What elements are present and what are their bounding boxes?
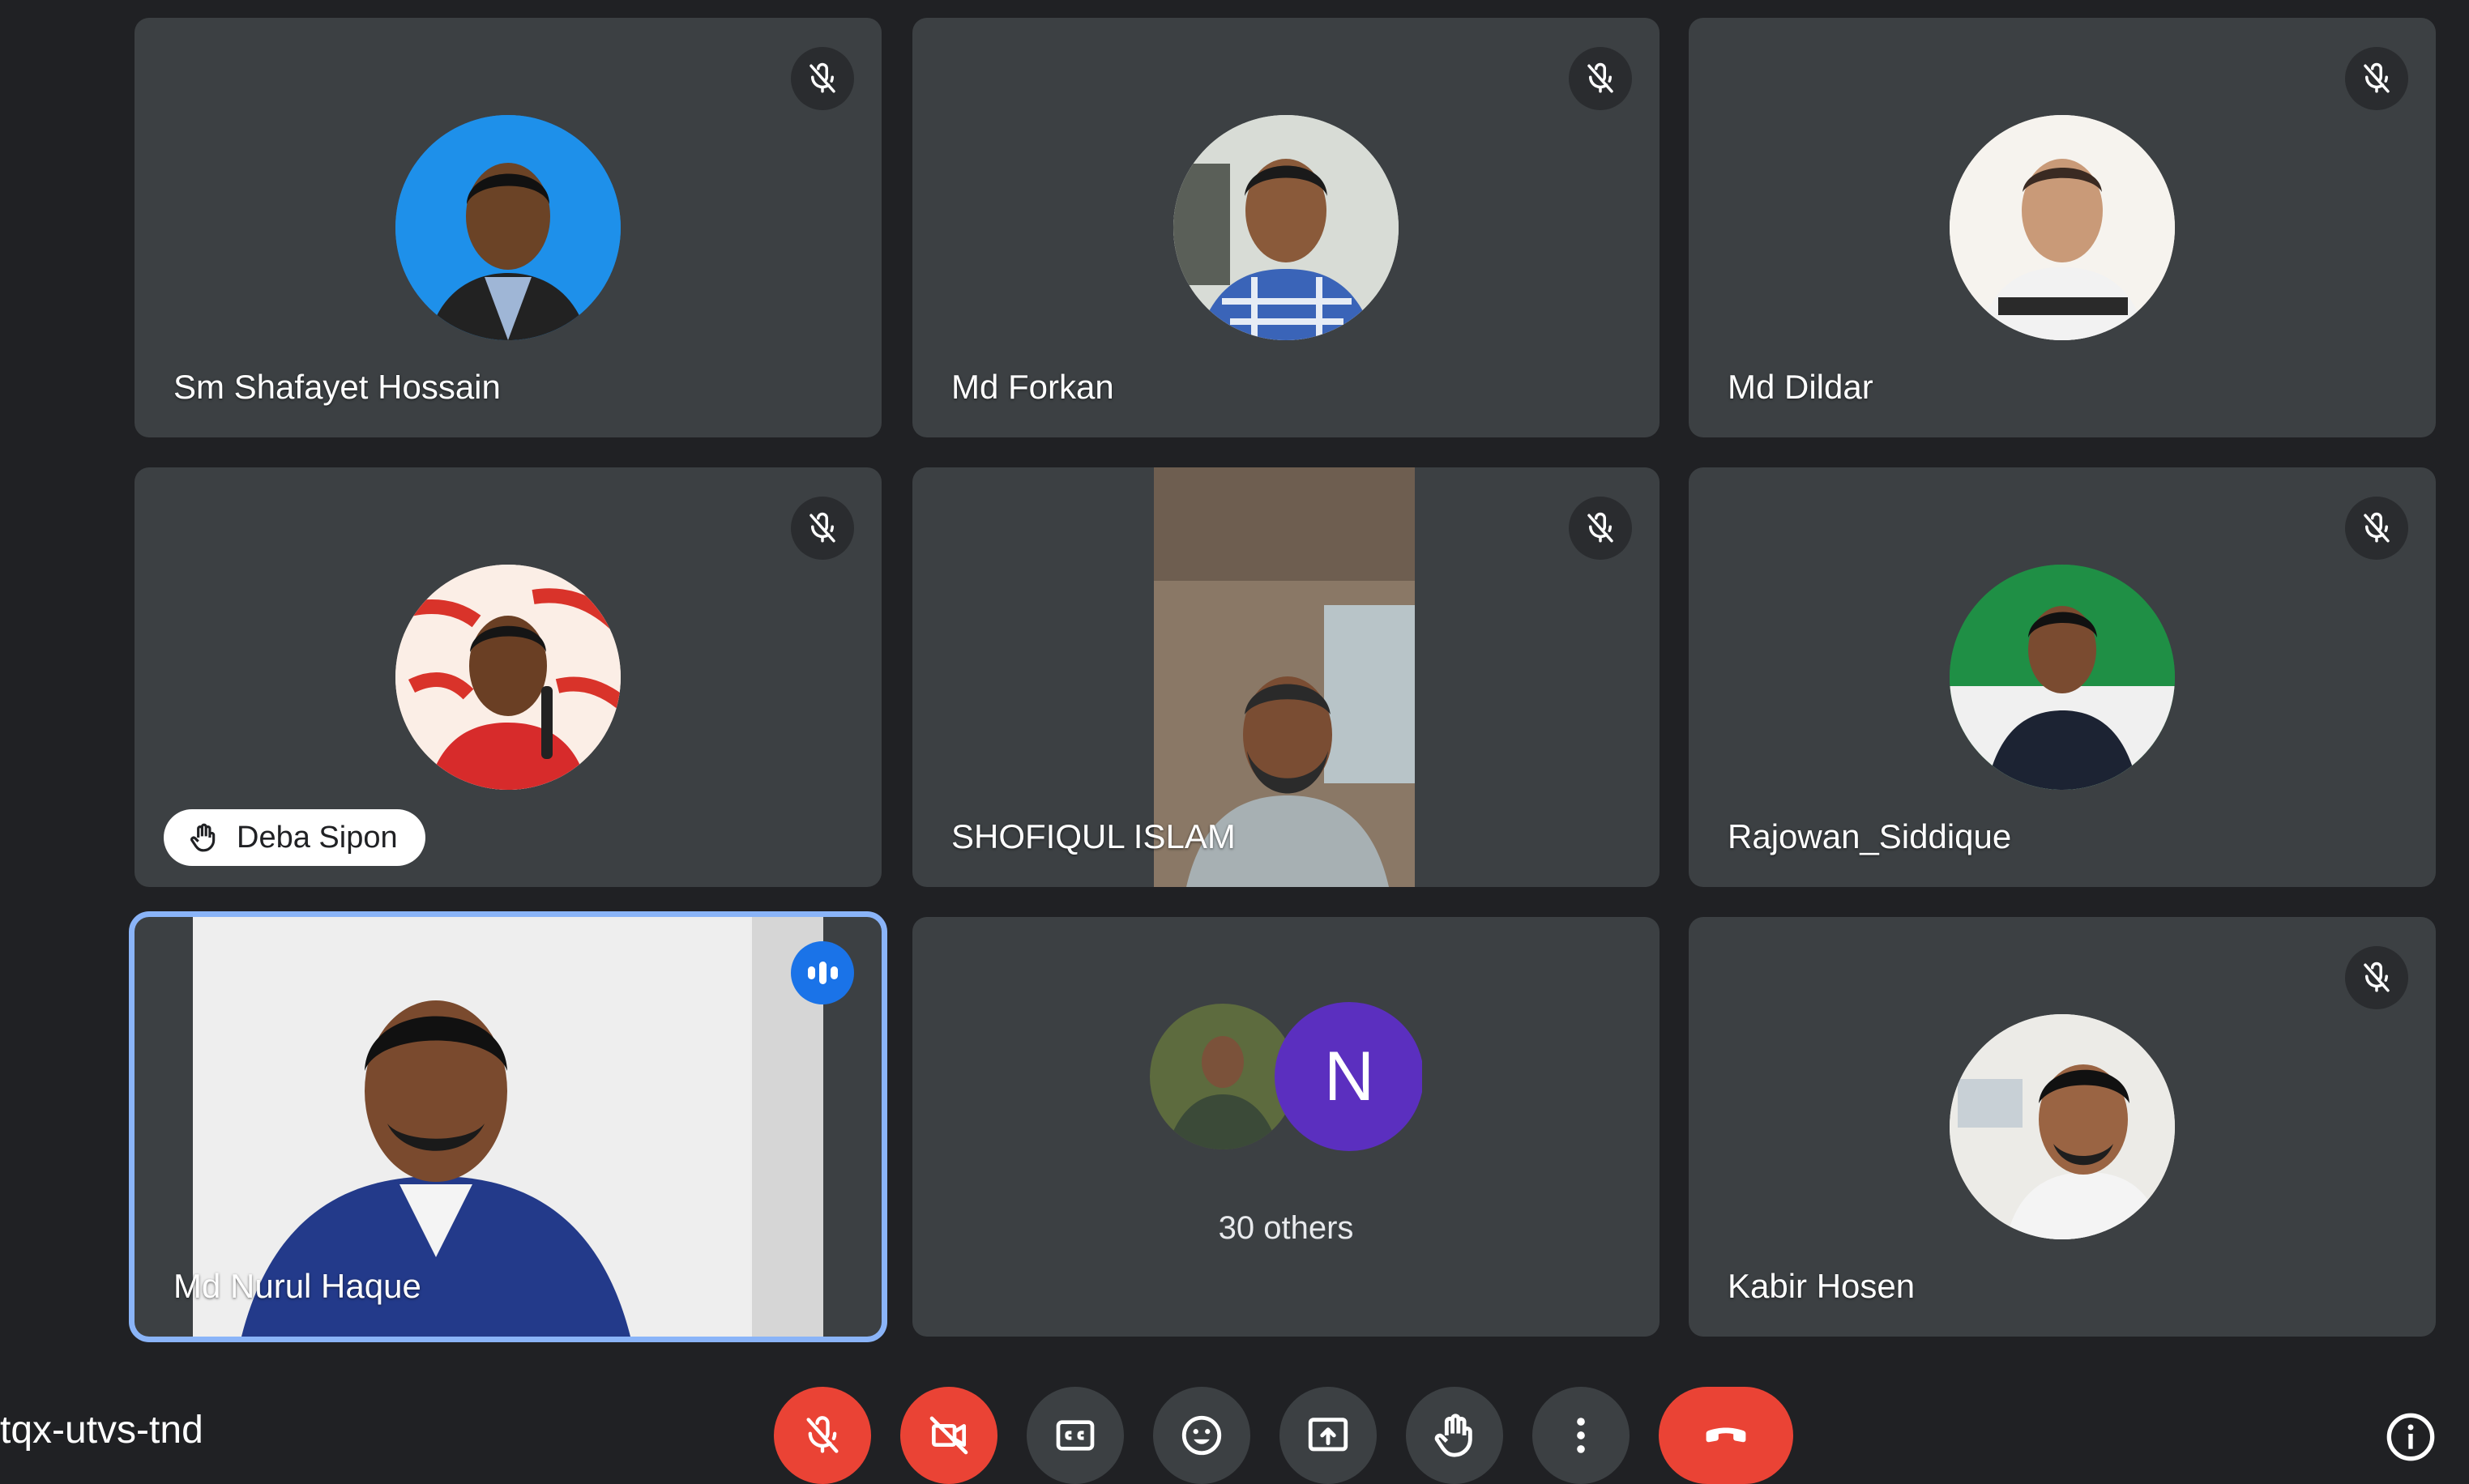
emoji-icon	[1181, 1415, 1222, 1456]
info-icon	[2386, 1413, 2435, 1461]
mic-off-icon[interactable]	[2345, 946, 2408, 1009]
participant-name: Sm Shafayet Hossain	[173, 368, 501, 406]
mic-off-icon[interactable]	[2345, 497, 2408, 560]
end-call-button[interactable]	[1659, 1387, 1793, 1484]
avatar	[395, 115, 621, 340]
more-options-button[interactable]	[1532, 1387, 1630, 1484]
participant-tile-active-speaker[interactable]: Md Nurul Haque	[135, 917, 882, 1337]
avatar	[1173, 115, 1399, 340]
end-call-icon	[1706, 1427, 1746, 1443]
captions-button[interactable]	[1027, 1387, 1124, 1484]
mic-off-icon[interactable]	[1569, 47, 1632, 110]
participant-name: Rajowan_Siddique	[1728, 817, 2012, 855]
others-avatars: N	[1150, 1001, 1424, 1152]
camera-off-icon	[929, 1416, 968, 1455]
avatar	[395, 565, 621, 790]
mic-off-icon[interactable]	[1569, 497, 1632, 560]
participant-name: Deba Sipon	[237, 820, 398, 855]
participant-tile[interactable]: Md Dildar	[1689, 18, 2436, 437]
present-icon	[1308, 1418, 1348, 1452]
speaking-indicator-icon	[791, 941, 854, 1004]
participant-name: Kabir Hosen	[1728, 1267, 1916, 1305]
others-tile[interactable]: N 30 others	[912, 917, 1660, 1337]
more-options-icon	[1577, 1418, 1585, 1453]
mic-toggle-button[interactable]	[774, 1387, 871, 1484]
participant-name: Md Forkan	[951, 368, 1114, 406]
participant-tile[interactable]: Rajowan_Siddique	[1689, 467, 2436, 887]
participant-name: Md Nurul Haque	[173, 1267, 421, 1305]
raise-hand-button[interactable]	[1406, 1387, 1503, 1484]
raised-hand-chip: Deba Sipon	[164, 809, 425, 866]
mic-off-icon[interactable]	[791, 497, 854, 560]
meeting-info-button[interactable]	[2385, 1411, 2437, 1463]
others-count-label: 30 others	[1218, 1210, 1354, 1246]
avatar	[1950, 565, 2175, 790]
mic-off-icon[interactable]	[791, 47, 854, 110]
reactions-button[interactable]	[1153, 1387, 1250, 1484]
present-button[interactable]	[1279, 1387, 1377, 1484]
participant-tile[interactable]: Md Forkan	[912, 18, 1660, 437]
avatar	[1950, 1014, 2175, 1239]
participant-name: SHOFIQUL ISLAM	[951, 817, 1236, 855]
raise-hand-icon	[1434, 1414, 1472, 1457]
avatar	[1950, 115, 2175, 340]
meeting-code: tqx-utvs-tnd	[0, 1409, 203, 1452]
participant-name: Md Dildar	[1728, 368, 1873, 406]
mic-off-icon	[801, 1414, 844, 1456]
participant-tile[interactable]: Deba Sipon	[135, 467, 882, 887]
raise-hand-icon	[190, 823, 216, 852]
camera-toggle-button[interactable]	[900, 1387, 997, 1484]
captions-icon	[1056, 1420, 1095, 1451]
mic-off-icon[interactable]	[2345, 47, 2408, 110]
participant-tile[interactable]: Sm Shafayet Hossain	[135, 18, 882, 437]
participant-tile[interactable]: SHOFIQUL ISLAM	[912, 467, 1660, 887]
participant-tile[interactable]: Kabir Hosen	[1689, 917, 2436, 1337]
others-initial: N	[1324, 1038, 1374, 1115]
